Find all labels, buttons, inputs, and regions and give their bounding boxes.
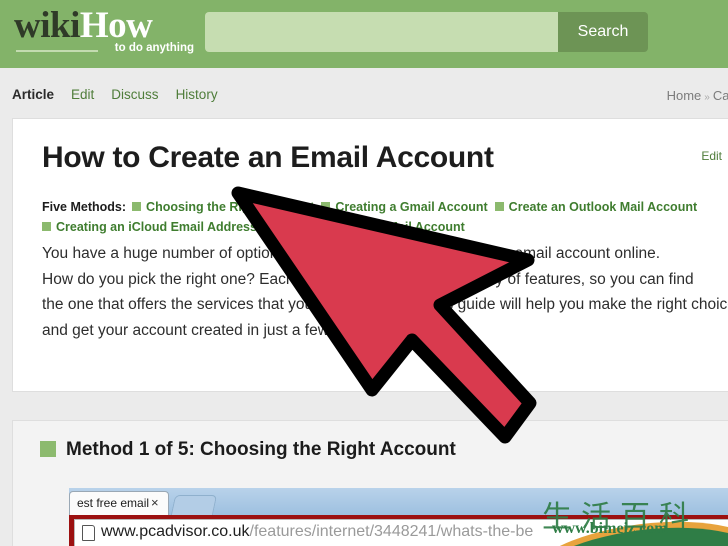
tab-edit[interactable]: Edit (71, 87, 94, 102)
bullet-square-icon (263, 222, 273, 231)
article-card: How to Create an Email Account Edit Five… (12, 118, 728, 392)
browser-url-bar-highlight: www.pcadvisor.co.uk/features/internet/34… (69, 515, 728, 546)
search-bar: Search (205, 12, 648, 52)
wikihow-article-page: wikiHow to do anything Search Article Ed… (0, 0, 728, 546)
logo-wiki-text: wiki (14, 5, 80, 46)
breadcrumb: Home»Categori (667, 88, 728, 103)
tab-article[interactable]: Article (12, 87, 54, 102)
method-link-3[interactable]: Create an Outlook Mail Account (494, 200, 698, 214)
browser-tab[interactable]: est free email × (69, 491, 169, 515)
article-tabs: Article Edit Discuss History (12, 87, 218, 102)
tab-discuss[interactable]: Discuss (111, 87, 158, 102)
logo-how-text: How (79, 5, 153, 46)
page-document-icon (82, 525, 95, 541)
close-icon[interactable]: × (151, 495, 159, 510)
intro-line-3: the one that offers the services that yo… (42, 296, 728, 313)
wikihow-logo[interactable]: wikiHow to do anything (14, 6, 194, 58)
intro-line-2: How do you pick the right one? Each serv… (42, 270, 694, 288)
article-intro: You have a huge number of options when i… (42, 241, 728, 343)
logo-tagline: to do anything (114, 42, 194, 54)
breadcrumb-home[interactable]: Home (667, 88, 702, 103)
url-path: /features/internet/3448241/whats-the-be (249, 523, 534, 540)
bullet-square-icon (321, 202, 331, 211)
intro-line-1: You have a huge number of options when i… (42, 245, 661, 262)
methods-list: Five Methods: Choosing the Right Account C… (42, 197, 728, 237)
site-header: wikiHow to do anything Search (0, 0, 728, 68)
browser-url-text: www.pcadvisor.co.uk/features/internet/34… (101, 523, 533, 541)
page-title: How to Create an Email Account (42, 141, 494, 174)
article-nav-bar: Article Edit Discuss History Home»Catego… (0, 68, 728, 118)
breadcrumb-separator-icon: » (704, 92, 710, 103)
bullet-square-icon (132, 202, 142, 211)
method-1-heading: Method 1 of 5: Choosing the Right Accoun… (40, 439, 456, 461)
method-bullet-square-icon (40, 441, 56, 457)
method-link-3-label: Create an Outlook Mail Account (508, 200, 698, 214)
method-1-section: Method 1 of 5: Choosing the Right Accoun… (12, 420, 728, 546)
url-host: www.pcadvisor.co.uk (101, 523, 250, 540)
bullet-square-icon (42, 222, 51, 231)
edit-article-link[interactable]: Edit (701, 149, 722, 163)
method-link-1-label: Choosing the Right Account (146, 200, 315, 214)
method-link-5[interactable]: Creating a Yahoo! Mail Account (263, 220, 465, 234)
tab-history[interactable]: History (176, 87, 218, 102)
method-link-1[interactable]: Choosing the Right Account (132, 200, 314, 214)
logo-divider-rule (16, 50, 98, 52)
method-link-2[interactable]: Creating a Gmail Account (321, 200, 488, 214)
intro-line-4: and get your account created in just a f… (42, 321, 392, 339)
search-input[interactable] (205, 12, 558, 52)
method-link-4-label: Creating an iCloud Email Address (56, 220, 257, 234)
method-link-4[interactable]: Creating an iCloud Email Address (42, 220, 257, 234)
bullet-square-icon (494, 202, 504, 211)
logo-wordmark: wikiHow (14, 6, 194, 46)
new-tab-button[interactable] (170, 495, 218, 515)
browser-url-bar[interactable]: www.pcadvisor.co.uk/features/internet/34… (74, 519, 728, 546)
browser-screenshot-image: est free email × www.pcadvisor.co.uk/fea… (69, 488, 728, 546)
search-button[interactable]: Search (558, 12, 648, 52)
method-link-5-label: Creating a Yahoo! Mail Account (277, 220, 465, 234)
breadcrumb-categories[interactable]: Categori (713, 88, 728, 103)
method-link-2-label: Creating a Gmail Account (335, 200, 488, 214)
method-1-heading-text: Method 1 of 5: Choosing the Right Accoun… (66, 439, 456, 460)
methods-label: Five Methods: (42, 200, 127, 214)
browser-tab-label: est free email (77, 496, 150, 510)
